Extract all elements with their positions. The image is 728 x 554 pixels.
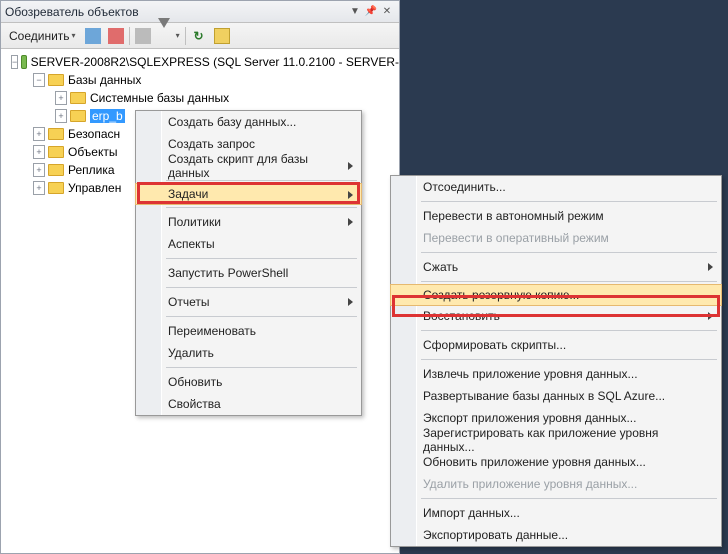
folder-icon (48, 146, 64, 158)
menu-separator (421, 281, 717, 282)
mi-deploy-azure[interactable]: Развертывание базы данных в SQL Azure... (391, 385, 721, 407)
server-label: SERVER-2008R2\SQLEXPRESS (SQL Server 11.… (31, 55, 399, 69)
mi-delete-dt: Удалить приложение уровня данных... (391, 473, 721, 495)
disconnect-server-button[interactable] (106, 26, 126, 46)
tree-server-node[interactable]: − SERVER-2008R2\SQLEXPRESS (SQL Server 1… (5, 53, 399, 71)
menu-separator (421, 201, 717, 202)
database-icon (70, 110, 86, 122)
mi-offline[interactable]: Перевести в автономный режим (391, 205, 721, 227)
mi-extract-dt[interactable]: Извлечь приложение уровня данных... (391, 363, 721, 385)
folder-icon (48, 74, 64, 86)
panel-title: Обозреватель объектов (5, 5, 347, 19)
mi-scripts[interactable]: Сформировать скрипты... (391, 334, 721, 356)
toolbar-separator (129, 27, 130, 45)
mi-export[interactable]: Экспортировать данные... (391, 524, 721, 546)
tasks-submenu: Отсоединить... Перевести в автономный ре… (390, 175, 722, 547)
collapse-icon[interactable]: − (11, 55, 18, 69)
mi-policies[interactable]: Политики (136, 211, 361, 233)
mi-backup[interactable]: Создать резервную копию... (390, 284, 722, 306)
mi-properties[interactable]: Свойства (136, 393, 361, 415)
tree-sysdbs-node[interactable]: + Системные базы данных (5, 89, 399, 107)
mi-tasks[interactable]: Задачи (135, 183, 362, 205)
expand-icon[interactable]: + (33, 163, 45, 177)
expand-icon[interactable]: + (33, 127, 45, 141)
toolbar-separator (185, 27, 186, 45)
mi-detach[interactable]: Отсоединить... (391, 176, 721, 198)
close-icon[interactable]: ✕ (380, 5, 394, 19)
expand-icon[interactable]: + (33, 145, 45, 159)
connect-button[interactable]: Соединить (5, 26, 80, 46)
mi-register-dt[interactable]: Зарегистрировать как приложение уровня д… (391, 429, 721, 451)
dropdown-icon[interactable]: ▼ (348, 5, 362, 19)
folder-icon (48, 164, 64, 176)
refresh-button[interactable]: ↻ (189, 26, 209, 46)
pin-icon[interactable]: 📌 (364, 5, 378, 19)
tree-databases-node[interactable]: − Базы данных (5, 71, 399, 89)
sysdbs-label: Системные базы данных (90, 91, 229, 105)
folder-icon (48, 128, 64, 140)
expand-icon[interactable]: + (55, 109, 67, 123)
menu-separator (421, 359, 717, 360)
database-context-menu: Создать базу данных... Создать запрос Со… (135, 110, 362, 416)
replication-label: Реплика (68, 163, 115, 177)
stop-button[interactable] (133, 26, 153, 46)
mi-refresh[interactable]: Обновить (136, 371, 361, 393)
security-label: Безопасн (68, 127, 120, 141)
menu-separator (166, 287, 357, 288)
folder-icon (70, 92, 86, 104)
toolbar: Соединить ↻ (1, 23, 399, 49)
panel-titlebar: Обозреватель объектов ▼ 📌 ✕ (1, 1, 399, 23)
mi-delete[interactable]: Удалить (136, 342, 361, 364)
expand-icon[interactable]: + (33, 181, 45, 195)
mi-compress[interactable]: Сжать (391, 256, 721, 278)
menu-separator (421, 330, 717, 331)
management-label: Управлен (68, 181, 121, 195)
server-icon (21, 55, 26, 69)
menu-separator (166, 316, 357, 317)
mi-create-db[interactable]: Создать базу данных... (136, 111, 361, 133)
selected-db-label: erp_b (90, 109, 125, 123)
menu-separator (166, 207, 357, 208)
menu-separator (166, 180, 357, 181)
connect-server-button[interactable] (83, 26, 103, 46)
menu-separator (166, 258, 357, 259)
expand-icon[interactable]: + (55, 91, 67, 105)
menu-separator (166, 367, 357, 368)
menu-separator (421, 498, 717, 499)
folder-icon (48, 182, 64, 194)
filter-button[interactable] (156, 26, 182, 46)
mi-rename[interactable]: Переименовать (136, 320, 361, 342)
menu-separator (421, 252, 717, 253)
mi-aspects[interactable]: Аспекты (136, 233, 361, 255)
mi-powershell[interactable]: Запустить PowerShell (136, 262, 361, 284)
mi-online: Перевести в оперативный режим (391, 227, 721, 249)
mi-update-dt[interactable]: Обновить приложение уровня данных... (391, 451, 721, 473)
collapse-icon[interactable]: − (33, 73, 45, 87)
dbs-label: Базы данных (68, 73, 141, 87)
mi-create-script[interactable]: Создать скрипт для базы данных (136, 155, 361, 177)
mi-restore[interactable]: Восстановить (391, 305, 721, 327)
show-details-button[interactable] (212, 26, 232, 46)
mi-reports[interactable]: Отчеты (136, 291, 361, 313)
objects-label: Объекты (68, 145, 118, 159)
mi-import[interactable]: Импорт данных... (391, 502, 721, 524)
